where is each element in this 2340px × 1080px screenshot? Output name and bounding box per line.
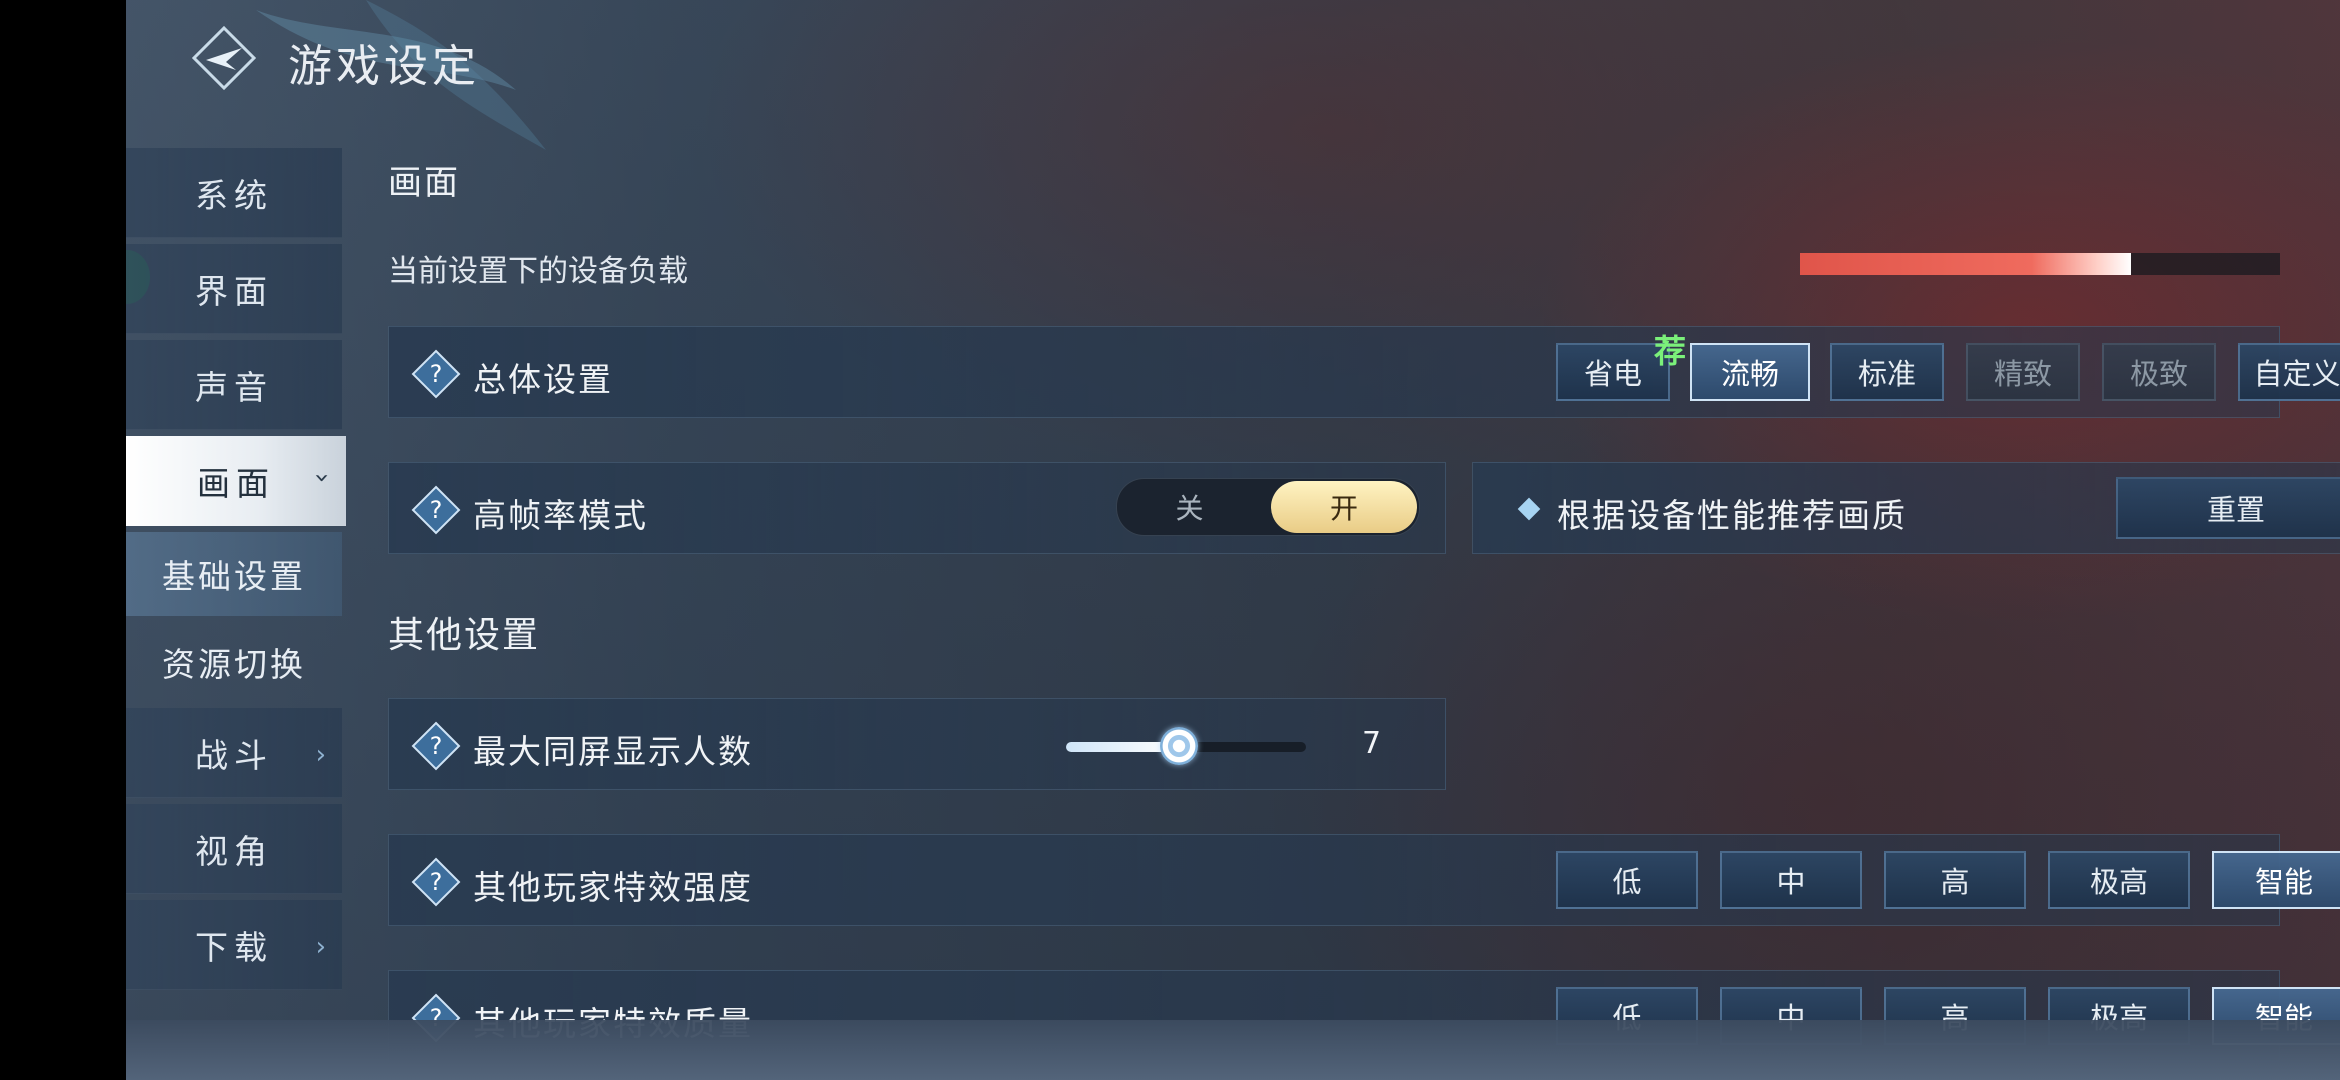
overall-option-smooth[interactable]: 流畅: [1690, 343, 1810, 401]
sidebar-item-download[interactable]: 下载 ›: [126, 900, 342, 990]
sidebar-item-label: 视角: [195, 831, 273, 871]
sidebar-item-label: 界面: [195, 271, 273, 311]
slider-handle[interactable]: [1159, 727, 1198, 765]
recommend-quality-label: 根据设备性能推荐画质: [1557, 496, 1907, 535]
max-players-value: 7: [1362, 726, 1382, 761]
overall-settings-label: 总体设置: [473, 360, 613, 399]
svg-text:?: ?: [430, 360, 443, 388]
effect-strength-low[interactable]: 低: [1556, 851, 1698, 909]
help-icon[interactable]: ?: [411, 485, 461, 535]
chevron-right-icon: ›: [315, 740, 332, 770]
page-title: 游戏设定: [288, 41, 480, 92]
subitem-basic-settings[interactable]: 基础设置: [126, 532, 342, 616]
max-players-slider[interactable]: [1066, 727, 1306, 765]
high-fps-toggle[interactable]: 关 开: [1116, 478, 1420, 536]
game-settings-screen: 游戏设定 系统 界面 声音 画面 › 基础设置 资源切换 战斗 › 视角 下载 …: [126, 0, 2340, 1080]
overall-option-fine[interactable]: 精致: [1966, 343, 2080, 401]
device-load-bar: [1800, 253, 2280, 275]
toggle-on-label[interactable]: 开: [1271, 481, 1417, 533]
overall-option-power-save[interactable]: 省电: [1556, 343, 1670, 401]
overall-option-ultra[interactable]: 极致: [2102, 343, 2216, 401]
effect-strength-high[interactable]: 高: [1884, 851, 2026, 909]
settings-logo-icon: [192, 26, 256, 90]
device-load-fill: [1800, 253, 2132, 275]
scroll-fade: [126, 1020, 2340, 1080]
device-load-label: 当前设置下的设备负载: [388, 254, 688, 289]
sidebar-item-view[interactable]: 视角: [126, 804, 342, 894]
subitem-label: 基础设置: [162, 557, 306, 596]
recommended-tag: 荐: [1654, 332, 1687, 370]
sidebar-item-interface[interactable]: 界面: [126, 244, 342, 334]
sidebar-item-system[interactable]: 系统: [126, 148, 342, 238]
help-icon[interactable]: ?: [411, 721, 461, 771]
sidebar-item-label: 声音: [195, 367, 273, 407]
section-title-other: 其他设置: [388, 615, 541, 656]
diamond-bullet-icon: [1517, 497, 1541, 521]
effect-strength-very-high[interactable]: 极高: [2048, 851, 2190, 909]
svg-text:?: ?: [430, 496, 443, 524]
section-title-picture: 画面: [388, 163, 460, 203]
overall-option-custom[interactable]: 自定义: [2238, 343, 2340, 401]
sidebar-item-picture[interactable]: 画面 ›: [126, 436, 346, 526]
sidebar-item-label: 画面: [197, 463, 275, 503]
help-icon[interactable]: ?: [411, 857, 461, 907]
toggle-off-label[interactable]: 关: [1117, 479, 1262, 535]
sidebar-item-label: 战斗: [195, 735, 273, 775]
sidebar-item-combat[interactable]: 战斗 ›: [126, 708, 342, 798]
subitem-label: 资源切换: [162, 645, 306, 684]
effect-strength-smart[interactable]: 智能: [2212, 851, 2340, 909]
chevron-down-icon: ›: [306, 472, 337, 490]
chevron-right-icon: ›: [315, 932, 332, 962]
svg-text:?: ?: [430, 868, 443, 896]
max-players-label: 最大同屏显示人数: [473, 732, 753, 771]
sidebar-item-sound[interactable]: 声音: [126, 340, 342, 430]
effect-strength-medium[interactable]: 中: [1720, 851, 1862, 909]
reset-button[interactable]: 重置: [2116, 477, 2340, 539]
sidebar-item-label: 系统: [195, 175, 273, 215]
overall-option-standard[interactable]: 标准: [1830, 343, 1944, 401]
effect-strength-label: 其他玩家特效强度: [473, 868, 753, 907]
sidebar-item-label: 下载: [195, 927, 273, 967]
high-fps-label: 高帧率模式: [473, 496, 648, 535]
help-icon[interactable]: ?: [411, 349, 461, 399]
svg-text:?: ?: [430, 732, 443, 760]
subitem-resource-switch[interactable]: 资源切换: [126, 620, 342, 704]
